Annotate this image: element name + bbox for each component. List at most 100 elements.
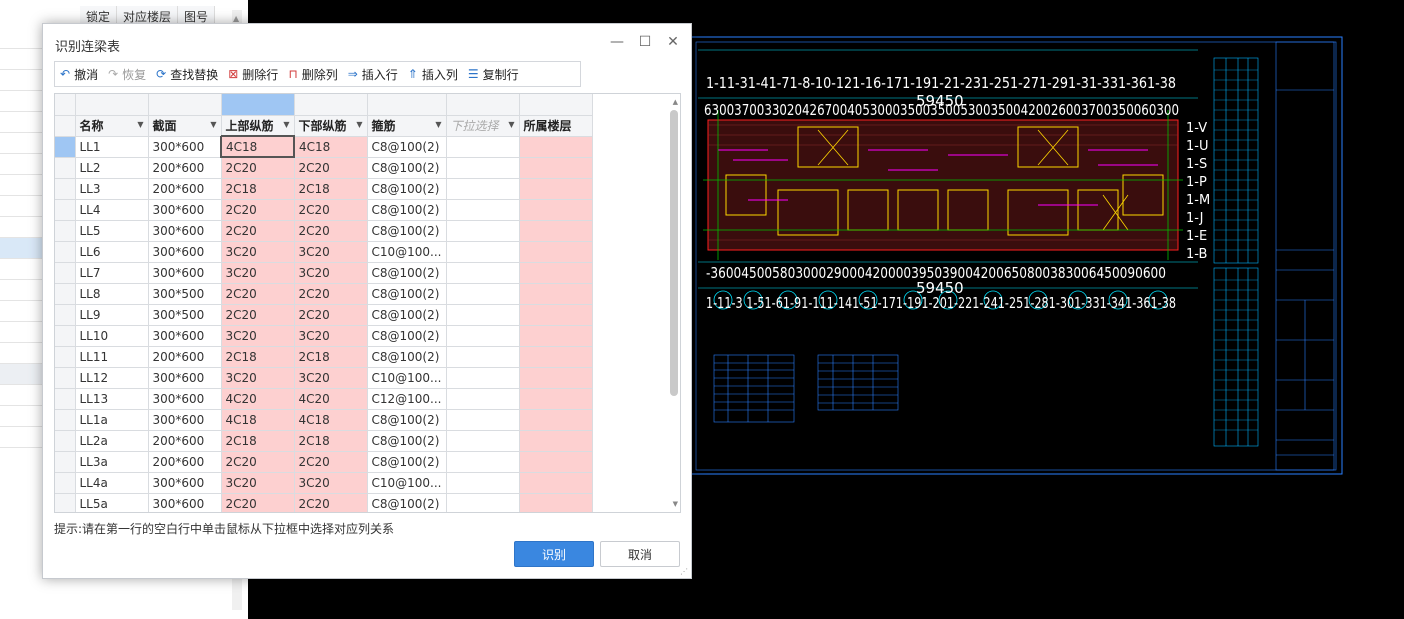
table-cell[interactable]: 2C18 [221, 346, 295, 368]
table-cell[interactable]: 2C18 [294, 178, 368, 200]
delete-column-button[interactable]: ⊓ 删除列 [283, 62, 342, 86]
column-header-0[interactable]: 名称 ▼ [75, 115, 149, 137]
table-cell[interactable]: 4C18 [294, 409, 368, 431]
table-cell[interactable]: LL11 [75, 346, 149, 368]
table-row[interactable]: LL2a 200*600 2C18 2C18 C8@100(2) [55, 430, 593, 452]
column-header-2[interactable]: 上部纵筋 ▼ [221, 115, 295, 137]
table-cell[interactable] [446, 241, 520, 263]
table-cell[interactable]: 3C20 [294, 325, 368, 347]
row-header-cell[interactable] [55, 199, 76, 221]
dropdown-arrow-icon[interactable]: ▼ [435, 120, 441, 129]
table-row[interactable]: LL4a 300*600 3C20 3C20 C10@100... [55, 472, 593, 494]
table-row[interactable]: LL5 300*600 2C20 2C20 C8@100(2) [55, 220, 593, 242]
table-cell[interactable]: C8@100(2) [367, 430, 447, 452]
table-row[interactable]: LL1 300*600 4C18 4C18 C8@100(2) [55, 135, 593, 158]
table-row[interactable]: LL2 200*600 2C20 2C20 C8@100(2) [55, 157, 593, 179]
mapping-cell[interactable] [446, 94, 520, 116]
table-cell[interactable]: 200*600 [148, 451, 222, 473]
table-cell[interactable]: 2C20 [221, 451, 295, 473]
column-header-6[interactable]: 所属楼层 [519, 115, 593, 137]
mapping-cell[interactable] [519, 94, 593, 116]
table-cell[interactable]: LL4 [75, 199, 149, 221]
scroll-up-icon[interactable]: ▲ [673, 98, 678, 106]
table-row[interactable]: LL5a 300*600 2C20 2C20 C8@100(2) [55, 493, 593, 512]
table-cell[interactable] [519, 262, 593, 284]
table-cell[interactable] [519, 283, 593, 305]
table-row[interactable]: LL7 300*600 3C20 3C20 C8@100(2) [55, 262, 593, 284]
table-cell[interactable]: 3C20 [221, 262, 295, 284]
table-cell[interactable]: C8@100(2) [367, 493, 447, 512]
dropdown-arrow-icon[interactable]: ▼ [137, 120, 143, 129]
table-cell[interactable]: LL2 [75, 157, 149, 179]
row-header-cell[interactable] [55, 94, 76, 116]
table-cell[interactable]: 300*600 [148, 136, 222, 158]
table-cell[interactable]: LL7 [75, 262, 149, 284]
row-header-cell[interactable] [55, 157, 76, 179]
cancel-button[interactable]: 取消 [600, 541, 680, 567]
table-cell[interactable]: C8@100(2) [367, 346, 447, 368]
table-cell[interactable] [446, 199, 520, 221]
table-cell[interactable]: 300*600 [148, 409, 222, 431]
table-cell[interactable] [519, 325, 593, 347]
table-scrollbar-thumb[interactable] [670, 110, 678, 396]
table-cell[interactable]: 2C20 [221, 220, 295, 242]
table-cell[interactable]: LL9 [75, 304, 149, 326]
column-header-3[interactable]: 下部纵筋 ▼ [294, 115, 368, 137]
table-cell[interactable] [446, 451, 520, 473]
table-cell[interactable] [446, 136, 520, 158]
table-cell[interactable]: C8@100(2) [367, 325, 447, 347]
table-cell[interactable]: 2C20 [221, 157, 295, 179]
mapping-cell[interactable] [148, 94, 222, 116]
find-replace-button[interactable]: ⟳ 查找替换 [151, 62, 223, 86]
table-cell[interactable]: 3C20 [221, 241, 295, 263]
row-header-cell[interactable] [55, 325, 76, 347]
row-header-cell[interactable] [55, 283, 76, 305]
table-row[interactable]: LL13 300*600 4C20 4C20 C12@100... [55, 388, 593, 410]
insert-column-button[interactable]: ⇑ 插入列 [403, 62, 463, 86]
table-cell[interactable]: 3C20 [221, 325, 295, 347]
table-cell[interactable]: 300*600 [148, 472, 222, 494]
table-cell[interactable] [446, 388, 520, 410]
row-header-cell[interactable] [55, 388, 76, 410]
column-header-1[interactable]: 截面 ▼ [148, 115, 222, 137]
table-cell[interactable]: C8@100(2) [367, 157, 447, 179]
table-cell[interactable]: 2C20 [221, 304, 295, 326]
row-header-cell[interactable] [55, 493, 76, 512]
undo-button[interactable]: ↶ 撤消 [55, 62, 103, 86]
table-cell[interactable] [446, 283, 520, 305]
table-cell[interactable]: 2C18 [221, 430, 295, 452]
table-cell[interactable]: 3C20 [221, 472, 295, 494]
dropdown-arrow-icon[interactable]: ▼ [508, 120, 514, 129]
table-cell[interactable]: LL5 [75, 220, 149, 242]
recognize-button[interactable]: 识别 [514, 541, 594, 567]
table-row[interactable]: LL3 200*600 2C18 2C18 C8@100(2) [55, 178, 593, 200]
minimize-icon[interactable]: — [609, 34, 625, 50]
table-row[interactable]: LL1a 300*600 4C18 4C18 C8@100(2) [55, 409, 593, 431]
dropdown-arrow-icon[interactable]: ▼ [210, 120, 216, 129]
insert-row-button[interactable]: ⇒ 插入行 [343, 62, 403, 86]
table-cell[interactable]: 300*600 [148, 199, 222, 221]
table-cell[interactable] [519, 157, 593, 179]
beam-table-grid[interactable]: 名称 ▼ 截面 ▼ 上部纵筋 ▼ 下部纵筋 ▼ 箍筋 ▼ 下拉选择 ▼ 所属楼层 LL1 300*600 4C… [54, 93, 681, 513]
row-header-cell[interactable] [55, 241, 76, 263]
table-cell[interactable]: 2C20 [221, 199, 295, 221]
table-cell[interactable]: 3C20 [294, 367, 368, 389]
table-cell[interactable] [519, 493, 593, 512]
table-cell[interactable]: C10@100... [367, 241, 447, 263]
table-row[interactable]: LL4 300*600 2C20 2C20 C8@100(2) [55, 199, 593, 221]
table-cell[interactable] [519, 367, 593, 389]
table-cell[interactable]: 300*600 [148, 388, 222, 410]
mapping-cell[interactable] [221, 94, 295, 116]
table-cell[interactable] [519, 409, 593, 431]
table-cell[interactable] [519, 451, 593, 473]
table-cell[interactable]: 300*600 [148, 367, 222, 389]
table-cell[interactable] [446, 367, 520, 389]
row-header-cell[interactable] [55, 262, 76, 284]
table-cell[interactable] [446, 262, 520, 284]
table-cell[interactable]: 200*600 [148, 178, 222, 200]
table-cell[interactable]: 4C18 [294, 136, 368, 158]
row-header-cell[interactable] [55, 409, 76, 431]
table-row[interactable]: LL6 300*600 3C20 3C20 C10@100... [55, 241, 593, 263]
table-cell[interactable] [446, 220, 520, 242]
table-row[interactable]: LL11 200*600 2C18 2C18 C8@100(2) [55, 346, 593, 368]
